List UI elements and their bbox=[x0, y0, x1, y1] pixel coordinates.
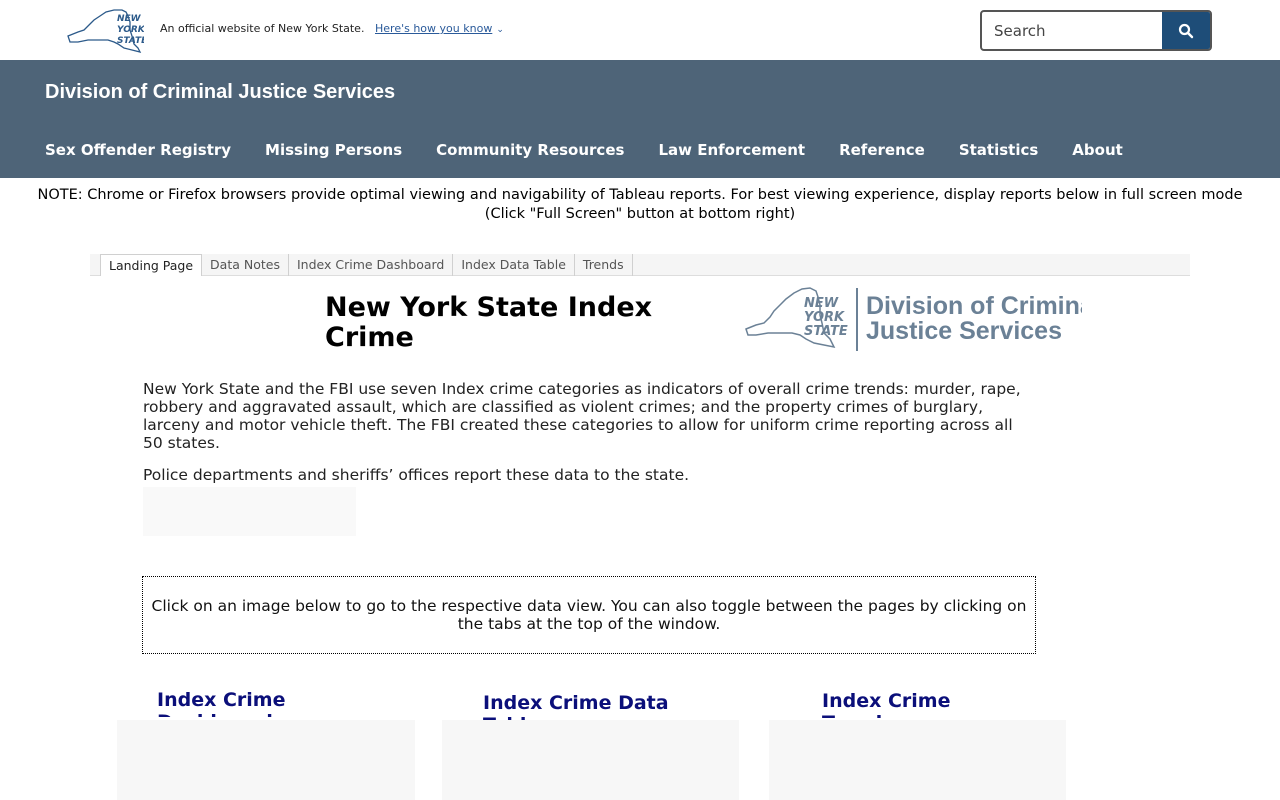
search-icon bbox=[1178, 23, 1194, 38]
tab-data-notes[interactable]: Data Notes bbox=[202, 254, 289, 276]
placeholder-block bbox=[143, 487, 356, 536]
instruction-box: Click on an image below to go to the res… bbox=[142, 576, 1036, 654]
card-title-dashboard[interactable]: Index Crime Dashboard bbox=[157, 689, 357, 717]
dcjs-logo-state: STATE bbox=[804, 324, 848, 339]
dcjs-logo-york: YORK bbox=[804, 310, 845, 325]
card-title-trends[interactable]: Index Crime Trends bbox=[822, 690, 1022, 718]
nav-statistics[interactable]: Statistics bbox=[959, 141, 1038, 159]
official-website-text: An official website of New York State. bbox=[160, 22, 365, 35]
dcjs-logo: NEW YORK STATE Division of Criminal Just… bbox=[745, 287, 1082, 351]
viz-title: New York State Index Crime bbox=[325, 292, 653, 353]
instruction-text: Click on an image below to go to the res… bbox=[151, 597, 1027, 633]
nav-missing-persons[interactable]: Missing Persons bbox=[265, 141, 402, 159]
logo-text-state: STATE bbox=[117, 36, 144, 46]
card-image-trends[interactable] bbox=[769, 720, 1066, 800]
ny-state-logo[interactable]: NEW YORK STATE bbox=[64, 6, 144, 54]
card-title-data-table[interactable]: Index Crime Data Table bbox=[483, 692, 703, 720]
tableau-tabs: Landing Page Data Notes Index Crime Dash… bbox=[90, 254, 1190, 276]
nav-law-enforcement[interactable]: Law Enforcement bbox=[658, 141, 805, 159]
main-nav: Sex Offender Registry Missing Persons Co… bbox=[45, 141, 1157, 159]
nav-community-resources[interactable]: Community Resources bbox=[436, 141, 624, 159]
nav-reference[interactable]: Reference bbox=[839, 141, 925, 159]
how-you-know-label: Here's how you know bbox=[375, 22, 493, 35]
how-you-know-link[interactable]: Here's how you know ⌄ bbox=[375, 22, 504, 35]
nav-about[interactable]: About bbox=[1072, 141, 1123, 159]
dcjs-logo-line2: Justice Services bbox=[866, 317, 1062, 345]
nav-sex-offender-registry[interactable]: Sex Offender Registry bbox=[45, 141, 231, 159]
reporting-paragraph: Police departments and sheriffs’ offices… bbox=[143, 466, 690, 484]
tab-index-data-table[interactable]: Index Data Table bbox=[453, 254, 575, 276]
tab-index-crime-dashboard[interactable]: Index Crime Dashboard bbox=[289, 254, 454, 276]
browser-note: NOTE: Chrome or Firefox browsers provide… bbox=[37, 187, 1243, 222]
dcjs-logo-line1: Division of Criminal bbox=[866, 292, 1082, 320]
search-input[interactable] bbox=[982, 12, 1162, 49]
dcjs-logo-new: NEW bbox=[804, 296, 839, 311]
tab-landing-page[interactable]: Landing Page bbox=[100, 254, 203, 276]
tab-trends[interactable]: Trends bbox=[575, 254, 633, 276]
logo-text-york: YORK bbox=[117, 25, 144, 35]
card-image-data-table[interactable] bbox=[442, 720, 739, 800]
agency-title[interactable]: Division of Criminal Justice Services bbox=[45, 81, 395, 104]
search-button[interactable] bbox=[1162, 12, 1210, 49]
card-image-dashboard[interactable] bbox=[117, 720, 415, 800]
agency-header: Division of Criminal Justice Services Se… bbox=[0, 60, 1280, 178]
chevron-down-icon: ⌄ bbox=[496, 25, 504, 35]
search-box bbox=[980, 10, 1212, 51]
logo-text-new: NEW bbox=[117, 14, 142, 24]
universal-header: NEW YORK STATE An official website of Ne… bbox=[0, 0, 1280, 60]
intro-paragraph: New York State and the FBI use seven Ind… bbox=[143, 380, 1021, 452]
